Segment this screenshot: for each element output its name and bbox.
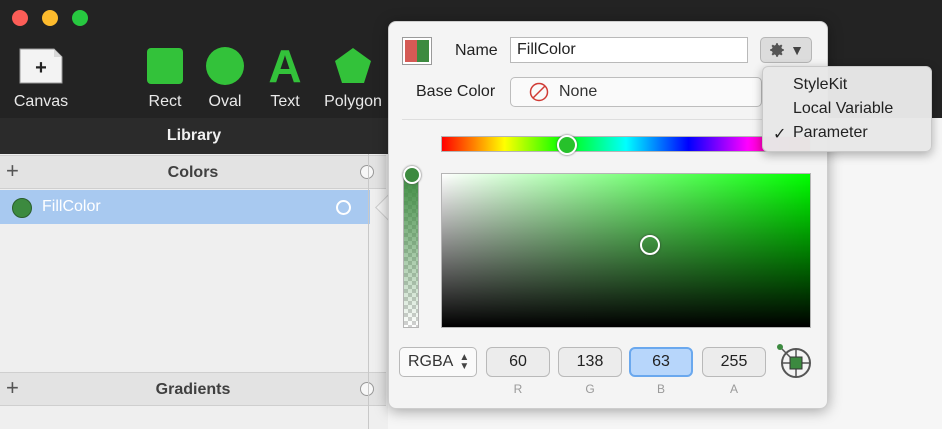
none-icon — [529, 82, 549, 102]
text-glyph: A — [268, 40, 302, 92]
oval-icon — [206, 45, 244, 87]
tool-label: Text — [270, 93, 300, 110]
menu-item-label: Parameter — [793, 124, 868, 141]
green-channel-field[interactable]: 138 — [558, 347, 622, 377]
list-item-label: FillColor — [42, 198, 101, 215]
menu-item-label: StyleKit — [793, 76, 848, 93]
gear-icon — [770, 43, 784, 57]
tool-label: Canvas — [13, 93, 69, 110]
menu-item-label: Local Variable — [793, 100, 894, 117]
color-preview-swatch[interactable] — [402, 37, 432, 65]
rect-icon — [147, 45, 183, 87]
blue-channel-field[interactable]: 63 — [629, 347, 693, 377]
tool-text[interactable]: A Text — [262, 40, 308, 111]
gradients-section-radio[interactable] — [360, 382, 374, 396]
hue-slider[interactable] — [441, 136, 811, 152]
saturation-brightness-knob[interactable] — [640, 235, 660, 255]
alpha-channel-label: A — [729, 382, 738, 396]
base-color-label: Base Color — [416, 83, 496, 100]
base-color-select[interactable]: None — [510, 77, 762, 107]
polygon-icon — [333, 45, 373, 87]
gear-menu-button[interactable]: ▼ — [760, 37, 812, 63]
gradients-section-title: Gradients — [155, 381, 231, 398]
tool-polygon[interactable]: Polygon — [320, 45, 386, 111]
sidebar-divider — [368, 154, 369, 429]
menu-item-stylekit[interactable]: StyleKit — [763, 73, 933, 97]
new-canvas-icon: + — [18, 45, 64, 87]
svg-text:+: + — [35, 57, 47, 79]
tool-label: Oval — [208, 93, 242, 110]
color-swatch-icon — [12, 198, 32, 218]
library-header: Library — [0, 118, 388, 154]
red-channel-label: R — [513, 382, 523, 396]
minimize-window-button[interactable] — [42, 10, 58, 26]
updown-chevron-icon: ▲ ▼ — [459, 352, 470, 372]
gradients-section-header: + Gradients — [0, 372, 386, 406]
tool-oval[interactable]: Oval — [200, 45, 250, 111]
name-label: Name — [455, 42, 498, 59]
hue-slider-knob[interactable] — [557, 135, 577, 155]
menu-item-local-variable[interactable]: Local Variable — [763, 97, 933, 121]
saturation-brightness-field[interactable] — [441, 173, 811, 328]
close-window-button[interactable] — [12, 10, 28, 26]
checkmark-icon: ✓ — [773, 126, 787, 143]
name-field[interactable] — [510, 37, 748, 63]
list-item-fillcolor[interactable]: FillColor — [0, 190, 370, 224]
colors-section-title: Colors — [167, 164, 219, 181]
text-icon: A — [268, 40, 302, 92]
colors-section-radio[interactable] — [360, 165, 374, 179]
alpha-channel-field[interactable]: 255 — [702, 347, 766, 377]
color-mode-value: RGBA — [408, 353, 454, 370]
base-color-value: None — [559, 83, 598, 100]
alpha-slider[interactable] — [403, 172, 419, 328]
zoom-window-button[interactable] — [72, 10, 88, 26]
green-channel-label: G — [585, 382, 595, 396]
tool-canvas[interactable]: + Canvas — [12, 45, 70, 111]
colors-section-header: + Colors — [0, 155, 386, 189]
popover-divider — [402, 119, 810, 120]
chevron-down-icon: ▼ — [790, 42, 804, 58]
blue-channel-label: B — [656, 382, 665, 396]
alpha-slider-knob[interactable] — [403, 166, 421, 184]
color-mode-select[interactable]: RGBA ▲ ▼ — [399, 347, 477, 377]
tool-rect[interactable]: Rect — [140, 45, 190, 111]
parameter-ring-icon[interactable] — [336, 200, 351, 215]
menu-item-parameter[interactable]: ✓ Parameter — [763, 121, 933, 145]
tool-label: Rect — [148, 93, 182, 110]
tool-label: Polygon — [324, 93, 382, 110]
eyedropper-icon[interactable] — [776, 343, 814, 381]
variable-scope-menu: StyleKit Local Variable ✓ Parameter — [762, 66, 932, 152]
red-channel-field[interactable]: 60 — [486, 347, 550, 377]
